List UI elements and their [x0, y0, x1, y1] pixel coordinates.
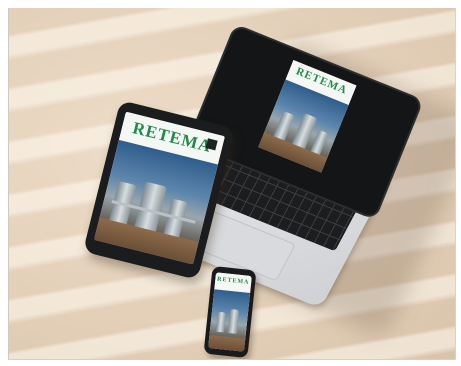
phone-magazine-cover: RETEMA [208, 272, 252, 352]
phone-cover-logo: RETEMA [216, 276, 250, 286]
phone-cover-tank [215, 311, 226, 333]
frame-right-border [455, 8, 456, 360]
laptop-magazine-cover: RETEMA [258, 59, 357, 173]
phone-cover-photo [208, 288, 251, 352]
phone-cover-ground [208, 334, 246, 352]
photo-scene: RETEMA RETEMA RETEMA [8, 8, 455, 360]
frame-left-border [8, 8, 9, 360]
tablet-magazine-cover: RETEMA [94, 111, 225, 265]
frame-bottom-border [8, 359, 455, 360]
phone-device: RETEMA [203, 265, 257, 359]
phone-cover-tank [227, 308, 240, 334]
